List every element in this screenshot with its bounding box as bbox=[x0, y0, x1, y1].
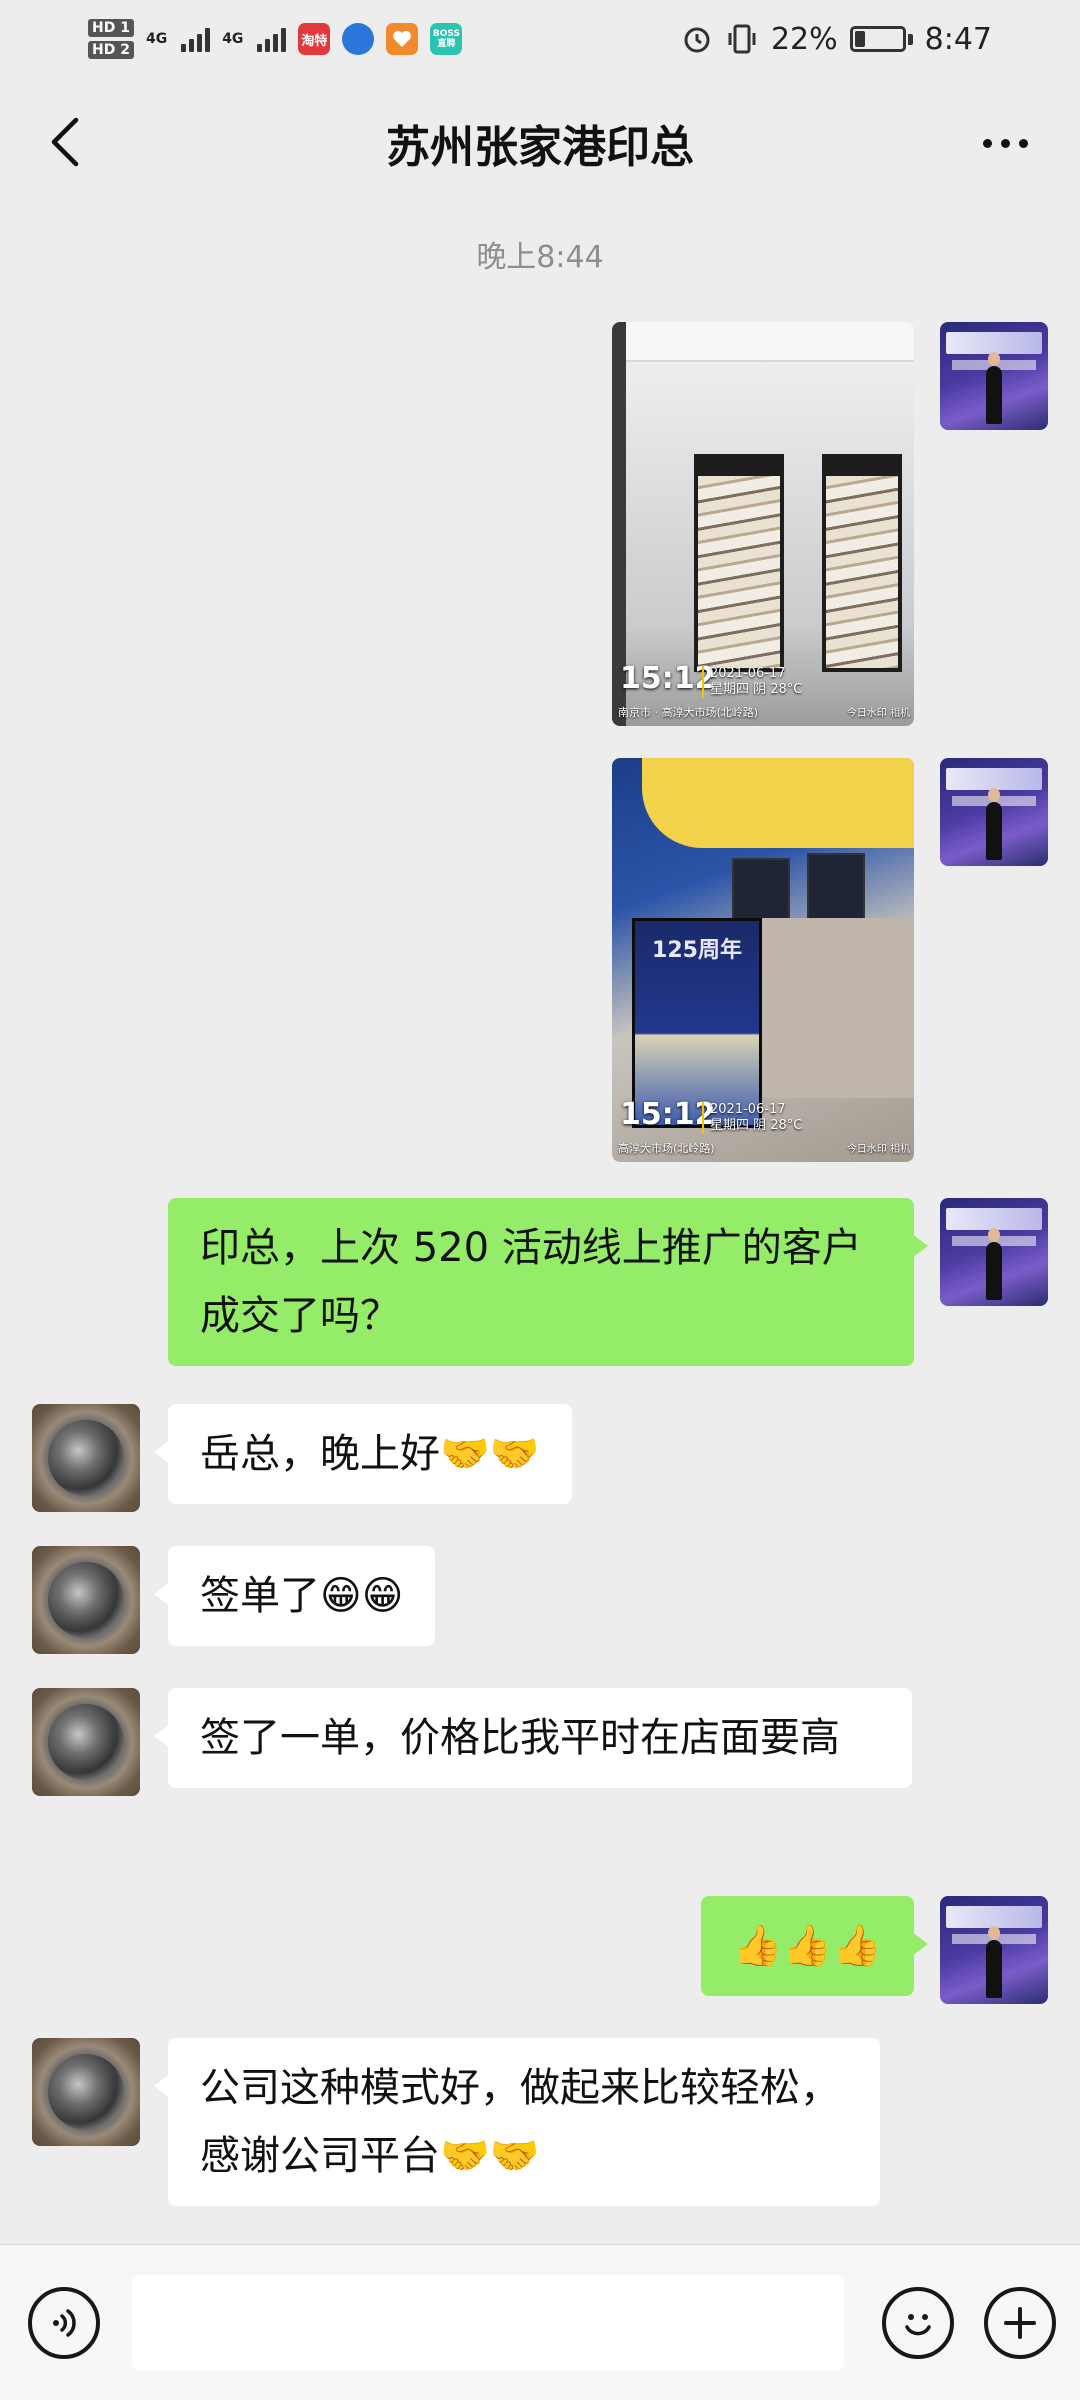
standee-text: 125周年 bbox=[652, 938, 742, 963]
message-row: 15:12 2021-06-17 星期四 阴 28°C 南京市 · 高淳大市场(… bbox=[0, 322, 1080, 730]
voice-button[interactable] bbox=[28, 2287, 100, 2359]
more-button[interactable] bbox=[970, 118, 1040, 168]
hd-indicators: HD 1 HD 2 bbox=[88, 19, 134, 59]
contact-avatar[interactable] bbox=[32, 1688, 140, 1796]
photo-date: 2021-06-17 bbox=[710, 1102, 786, 1117]
message-row: 👍👍👍 bbox=[0, 1896, 1080, 2006]
signal-icon bbox=[181, 26, 211, 52]
smiley-icon bbox=[905, 2314, 931, 2336]
photo-message[interactable]: 15:12 2021-06-17 星期四 阴 28°C 南京市 · 高淳大市场(… bbox=[612, 322, 914, 726]
plus-icon bbox=[1004, 2307, 1036, 2339]
message-input[interactable] bbox=[132, 2275, 844, 2371]
photo-weather: 星期四 阴 28°C bbox=[710, 682, 803, 697]
hd2-indicator: HD 2 bbox=[88, 41, 134, 59]
chat-title: 苏州张家港印总 bbox=[386, 122, 694, 173]
my-avatar[interactable] bbox=[940, 758, 1048, 866]
status-bar: HD 1 HD 2 4G 4G 淘特 BOSS直聘 22% 8:47 bbox=[0, 0, 1080, 78]
message-row: 125周年 15:12 2021-06-17 星期四 阴 28°C 高淳大市场(… bbox=[0, 758, 1080, 1166]
voice-icon bbox=[53, 2309, 76, 2337]
network-label-1: 4G bbox=[145, 31, 168, 47]
message-bubble[interactable]: 印总，上次 520 活动线上推广的客户成交了吗？ bbox=[168, 1198, 928, 1366]
display-rack bbox=[694, 454, 784, 672]
browser-icon bbox=[342, 23, 375, 55]
message-bubble[interactable]: 签单了😁😁 bbox=[153, 1546, 436, 1646]
signal-icon bbox=[257, 26, 287, 52]
message-row: 印总，上次 520 活动线上推广的客户成交了吗？ bbox=[0, 1198, 1080, 1374]
contact-avatar[interactable] bbox=[32, 1546, 140, 1654]
photo-info: 2021-06-17 星期四 阴 28°C bbox=[702, 1102, 802, 1134]
status-right: 22% 8:47 bbox=[681, 22, 992, 57]
input-bar bbox=[0, 2244, 1080, 2400]
photo-date: 2021-06-17 bbox=[710, 666, 786, 681]
message-row: 签单了😁😁 bbox=[0, 1546, 1080, 1656]
message-row: 公司这种模式好，做起来比较轻松，感谢公司平台🤝🤝 bbox=[0, 2038, 1080, 2214]
message-bubble[interactable]: 岳总，晚上好🤝🤝 bbox=[154, 1404, 572, 1504]
my-avatar[interactable] bbox=[940, 1896, 1048, 2004]
more-actions-button[interactable] bbox=[984, 2287, 1056, 2359]
hd1-indicator: HD 1 bbox=[88, 19, 134, 37]
my-avatar[interactable] bbox=[940, 1198, 1048, 1306]
contact-avatar[interactable] bbox=[32, 2038, 140, 2146]
photo-location: 南京市 · 高淳大市场(北岭路) bbox=[618, 706, 759, 719]
contact-avatar[interactable] bbox=[32, 1404, 140, 1512]
message-row: 岳总，晚上好🤝🤝 bbox=[0, 1404, 1080, 1514]
message-timestamp: 晚上8:44 bbox=[476, 240, 604, 275]
message-bubble[interactable]: 公司这种模式好，做起来比较轻松，感谢公司平台🤝🤝 bbox=[154, 2038, 880, 2206]
my-avatar[interactable] bbox=[940, 322, 1048, 430]
alarm-icon bbox=[684, 27, 710, 53]
taobao-icon: 淘特 bbox=[298, 23, 331, 55]
boss-icon: BOSS直聘 bbox=[430, 23, 463, 55]
health-icon bbox=[386, 23, 419, 55]
message-bubble[interactable]: 签了一单，价格比我平时在店面要高 bbox=[154, 1688, 912, 1788]
message-bubble[interactable]: 👍👍👍 bbox=[700, 1896, 929, 1996]
photo-watermark: 今日水印 相机 bbox=[846, 708, 910, 719]
battery-percent: 22% bbox=[770, 21, 838, 57]
photo-weather: 星期四 阴 28°C bbox=[710, 1118, 803, 1133]
battery-icon bbox=[849, 26, 906, 52]
chat-header: 苏州张家港印总 bbox=[0, 78, 1080, 208]
photo-info: 2021-06-17 星期四 阴 28°C bbox=[702, 666, 802, 698]
vibrate-icon bbox=[728, 24, 756, 54]
photo-watermark: 今日水印 相机 bbox=[846, 1144, 910, 1155]
back-button[interactable] bbox=[34, 112, 94, 172]
message-row: 签了一单，价格比我平时在店面要高 bbox=[0, 1688, 1080, 1864]
emoji-button[interactable] bbox=[882, 2287, 954, 2359]
network-label-2: 4G bbox=[222, 31, 244, 47]
photo-message[interactable]: 125周年 15:12 2021-06-17 星期四 阴 28°C 高淳大市场(… bbox=[612, 758, 914, 1162]
photo-location: 高淳大市场(北岭路) bbox=[618, 1142, 715, 1155]
status-left: HD 1 HD 2 4G 4G 淘特 BOSS直聘 bbox=[88, 19, 463, 59]
chevron-left-icon bbox=[51, 117, 79, 167]
display-rack bbox=[822, 454, 902, 672]
clock: 8:47 bbox=[924, 21, 992, 57]
